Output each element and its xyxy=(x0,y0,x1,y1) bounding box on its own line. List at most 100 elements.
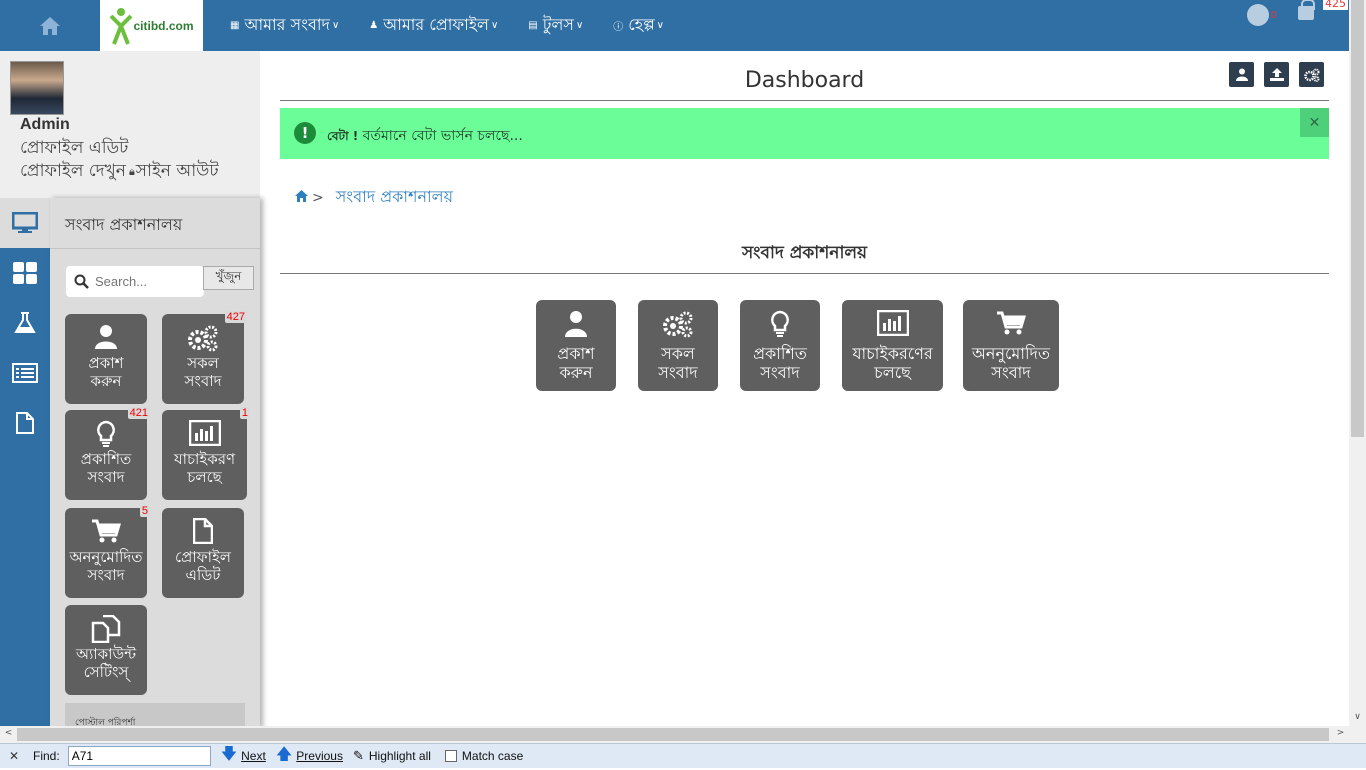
match-case-checkbox[interactable] xyxy=(444,750,457,762)
admin-name: Admin xyxy=(20,116,70,133)
vertical-scrollbar-thumb[interactable] xyxy=(1351,0,1364,437)
nav-help[interactable]: ⓘ হেল্প ∨ xyxy=(613,12,664,39)
scroll-left-icon[interactable]: < xyxy=(0,728,17,741)
main-tile-all-news[interactable]: সকল সংবাদ xyxy=(638,300,718,391)
user-icon xyxy=(536,310,616,344)
tile-label: অননুমোদিত xyxy=(972,344,1050,363)
count-badge: 421 xyxy=(127,407,150,419)
upload-icon xyxy=(1269,68,1284,81)
site-logo[interactable]: citibd.com xyxy=(100,0,203,51)
tile-published[interactable]: প্রকাশিত সংবাদ 421 xyxy=(65,407,150,500)
tile-profile-edit[interactable]: প্রোফাইল এডিট xyxy=(162,508,244,598)
home-icon xyxy=(40,16,60,35)
chevron-down-icon: ∨ xyxy=(575,20,584,31)
home-icon[interactable] xyxy=(295,189,308,206)
tile-label: করুন xyxy=(559,363,593,382)
tile-label: সংবাদ xyxy=(760,363,800,382)
count-badge: 5 xyxy=(139,505,150,517)
message-badge: 425 xyxy=(1323,0,1348,10)
main-tile-unapproved[interactable]: অননুমোদিত সংবাদ xyxy=(963,300,1059,391)
tile-label: এডিট xyxy=(185,566,221,584)
scroll-right-icon[interactable]: > xyxy=(1332,728,1349,741)
tile-unapproved[interactable]: অননুমোদিত সংবাদ 5 xyxy=(65,505,150,598)
find-previous-button[interactable]: 🡅 Previous xyxy=(276,743,343,770)
highlight-all-label: Highlight all xyxy=(368,749,431,763)
find-previous-label: Previous xyxy=(296,749,343,763)
search-icon xyxy=(74,274,89,289)
tile-label: প্রকাশ xyxy=(557,344,595,363)
nav-my-profile[interactable]: ♟ আমার প্রোফাইল ∨ xyxy=(369,12,498,39)
alert-icon: ! xyxy=(294,122,316,144)
profile-action-button[interactable] xyxy=(1229,62,1254,87)
tile-all-news[interactable]: সকল সংবাদ 427 xyxy=(162,311,247,404)
find-bar: ✕ Find: 🡇 Next 🡅 Previous ✎ Highlight al… xyxy=(0,743,1366,768)
copy-icon xyxy=(65,614,147,645)
search-box xyxy=(66,266,204,297)
lock-icon[interactable] xyxy=(1298,0,1315,20)
notification-badge: 0 xyxy=(1270,10,1277,21)
document-icon xyxy=(16,412,34,434)
tile-publish[interactable]: প্রকাশ করুন xyxy=(65,314,147,404)
close-icon[interactable]: ✕ xyxy=(1300,108,1329,137)
nav-tools[interactable]: ▤ টুলস ∨ xyxy=(528,12,583,39)
find-input[interactable] xyxy=(67,746,211,766)
close-icon[interactable]: ✕ xyxy=(9,749,23,763)
nav-help-label: হেল্প xyxy=(628,15,655,34)
chevron-down-icon: ∨ xyxy=(331,20,340,31)
search-input[interactable] xyxy=(95,274,195,289)
highlight-all-button[interactable]: ✎ Highlight all xyxy=(353,748,431,764)
tile-verifying[interactable]: যাচাইকরণ চলছে 1 xyxy=(162,407,250,500)
find-next-button[interactable]: 🡇 Next xyxy=(221,743,266,770)
sidebar-item-list[interactable] xyxy=(0,348,50,398)
tile-label: সকল xyxy=(661,344,695,363)
tile-label: সংবাদ xyxy=(87,468,125,486)
settings-action-button[interactable] xyxy=(1299,62,1324,87)
scrollbar-corner xyxy=(1349,726,1366,743)
user-icon xyxy=(1235,68,1248,81)
tile-account-settings[interactable]: অ্যাকাউন্ট সেটিংস্ xyxy=(65,605,147,695)
profile-links-row: প্রোফাইল দেখুন 🔒︎ সাইন আউট xyxy=(20,158,219,186)
horizontal-scrollbar[interactable]: < > xyxy=(0,726,1349,743)
signout-link[interactable]: সাইন আউট xyxy=(136,158,219,186)
gears-icon xyxy=(638,310,718,344)
find-label: Find: xyxy=(33,749,60,763)
user-icon: ♟ xyxy=(369,20,379,31)
globe-icon[interactable] xyxy=(1247,4,1269,26)
horizontal-scrollbar-thumb[interactable] xyxy=(17,728,1329,741)
tile-label: সংবাদ xyxy=(87,566,125,584)
divider xyxy=(280,100,1329,101)
panel-title: সংবাদ প্রকাশনালয় xyxy=(65,215,183,234)
match-case-toggle[interactable]: Match case xyxy=(444,749,523,763)
divider xyxy=(50,248,260,249)
home-button[interactable] xyxy=(0,0,100,51)
breadcrumb-separator: > xyxy=(312,189,324,206)
tile-label: চলছে xyxy=(187,468,222,486)
sidebar-item-dashboard[interactable] xyxy=(0,248,50,298)
sidebar-profile: Admin প্রোফাইল এডিট প্রোফাইল দেখুন 🔒︎ সা… xyxy=(0,51,260,198)
panel-footer: পোস্টাল পরিপর্শা xyxy=(65,703,245,728)
sidebar-item-monitor[interactable] xyxy=(0,198,50,248)
vertical-scrollbar[interactable]: ∨ xyxy=(1349,0,1366,728)
user-icon xyxy=(65,324,147,354)
bar-chart-icon xyxy=(842,309,943,344)
tile-label: প্রকাশিত xyxy=(753,344,807,363)
lock-icon: 🔒︎ xyxy=(128,165,135,178)
breadcrumb-current[interactable]: সংবাদ প্রকাশনালয় xyxy=(336,184,453,211)
search-button[interactable]: খুঁজুন xyxy=(203,266,254,290)
profile-view-link[interactable]: প্রোফাইল দেখুন xyxy=(20,158,126,186)
main-tile-verifying[interactable]: যাচাইকরণের চলছে xyxy=(842,300,943,391)
bulb-icon xyxy=(65,420,147,450)
upload-action-button[interactable] xyxy=(1264,62,1289,87)
section-title: সংবাদ প্রকাশনালয় xyxy=(741,243,868,263)
dashboard-icon xyxy=(13,262,37,284)
scroll-down-icon[interactable]: ∨ xyxy=(1349,712,1366,726)
main-tile-published[interactable]: প্রকাশিত সংবাদ xyxy=(740,300,820,391)
document-icon xyxy=(162,517,244,548)
tile-label: করুন xyxy=(90,372,122,390)
find-next-label: Next xyxy=(241,749,266,763)
sidebar-item-document[interactable] xyxy=(0,398,50,448)
tile-label: সংবাদ xyxy=(991,363,1031,382)
main-tile-publish[interactable]: প্রকাশ করুন xyxy=(536,300,616,391)
sidebar-item-lab[interactable] xyxy=(0,298,50,348)
nav-my-news[interactable]: ▦ আমার সংবাদ ∨ xyxy=(230,12,339,39)
